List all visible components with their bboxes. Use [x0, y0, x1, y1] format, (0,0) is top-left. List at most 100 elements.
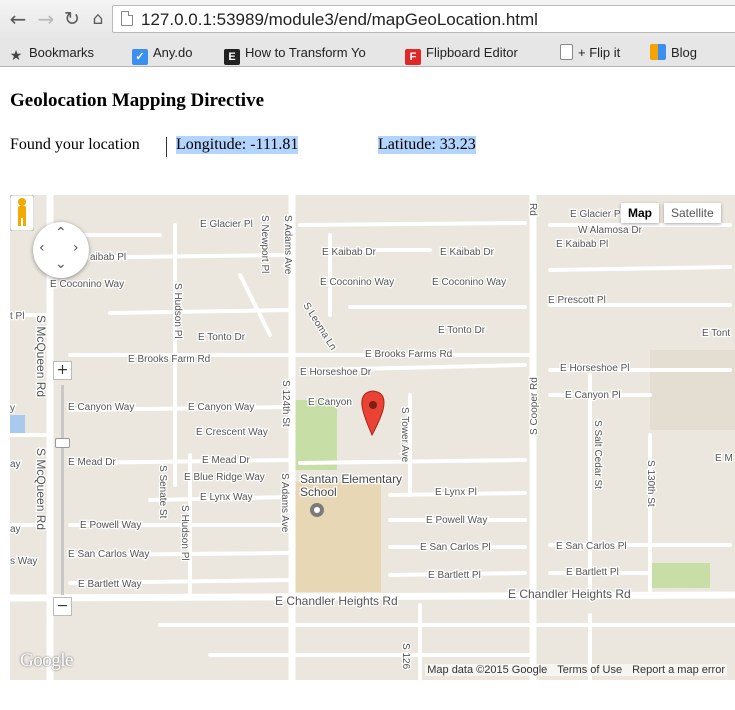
pan-right-icon[interactable]: ›: [73, 240, 79, 256]
zoom-slider-handle[interactable]: [55, 438, 70, 448]
street-label: E Canyon: [308, 397, 352, 408]
street-label: E Horseshoe Dr: [300, 367, 372, 378]
flipboard-icon: F: [405, 49, 421, 65]
location-pin-icon[interactable]: [361, 390, 385, 437]
street-label: E Coconino Way: [50, 279, 124, 290]
street-label: t Pl: [10, 311, 24, 322]
street-label: E M: [715, 453, 733, 464]
bookmark-blog[interactable]: Blog: [650, 44, 697, 62]
street-label: E Bartlett Pl: [428, 570, 481, 581]
map-attribution: Map data ©2015 Google Terms of Use Report …: [425, 664, 727, 676]
park-area-2: [650, 563, 710, 588]
bookmarks-menu[interactable]: ★ Bookmarks: [8, 44, 94, 63]
street-label: E Lynx Pl: [435, 487, 477, 498]
street-label: ay: [10, 459, 21, 470]
street-label: E Kaibab Dr: [322, 247, 377, 258]
forward-button[interactable]: →: [34, 7, 58, 31]
street-label: S 124th St: [280, 380, 291, 427]
street-label: E Tont: [702, 328, 730, 339]
zoom-in-button[interactable]: +: [53, 361, 72, 380]
street-label: E San Carlos Pl: [556, 541, 627, 552]
pegman-icon[interactable]: [10, 195, 34, 231]
minor-road: [238, 273, 272, 337]
status-text: Found your location: [10, 136, 140, 153]
minor-road: [298, 221, 527, 227]
street-label: W Alamosa Dr: [578, 225, 643, 236]
street-label: E Brooks Farms Rd: [365, 349, 452, 360]
google-map[interactable]: E Glacier Pl S Newport Pl S Adams Ave E Kai…: [10, 195, 735, 680]
map-type-button[interactable]: Map: [621, 203, 659, 223]
street-label: E Canyon Way: [188, 402, 254, 413]
browser-toolbar: ← → ↻ ⌂ 127.0.0.1:53989/module3/end/mapG…: [0, 0, 735, 40]
street-label: E Tonto Dr: [438, 325, 486, 336]
school-label: Santan Elementary: [300, 472, 402, 486]
street-label: E Brooks Farm Rd: [128, 354, 210, 365]
street-label: E Bartlett Pl: [566, 567, 619, 578]
page-icon: [560, 44, 573, 60]
street-label: E San Carlos Way: [68, 549, 149, 560]
street-label: S Hudson Pl: [172, 283, 183, 339]
street-label: E Mead Dr: [202, 455, 250, 466]
street-label: E Horseshoe Pl: [560, 363, 629, 374]
street-label: S Salt Cedar St: [592, 420, 603, 489]
longitude-text: Longitude: -111.81: [176, 136, 299, 154]
street-label: S 130th St: [645, 460, 656, 507]
street-label: y: [10, 403, 15, 414]
map-data-text: Map data ©2015 Google: [427, 664, 548, 676]
street-label: E Glacier Pl: [200, 219, 253, 230]
street-label: E Coconino Way: [432, 277, 506, 288]
pan-control[interactable]: ⌃ ⌄ ‹ ›: [33, 222, 89, 278]
street-label: E Blue Ridge Way: [184, 472, 265, 483]
bookmark-flip-it[interactable]: + Flip it: [560, 44, 620, 62]
minor-road: [108, 308, 292, 315]
street-label: aibab Pl: [90, 252, 126, 263]
street-label: E Powell Way: [80, 520, 141, 531]
minor-roads: [10, 221, 735, 680]
zoom-out-button[interactable]: −: [53, 597, 72, 616]
reload-button[interactable]: ↻: [60, 7, 84, 31]
street-label: E Powell Way: [426, 515, 487, 526]
home-button[interactable]: ⌂: [86, 7, 110, 31]
street-label: E Kaibab Pl: [556, 239, 608, 250]
street-label: E Canyon Way: [68, 402, 134, 413]
back-button[interactable]: ←: [6, 7, 30, 31]
zoom-slider-track[interactable]: [61, 385, 64, 595]
page-title: Geolocation Mapping Directive: [10, 90, 265, 111]
report-error-link[interactable]: Report a map error: [632, 664, 725, 676]
blog-icon: [650, 44, 666, 60]
map-canvas[interactable]: E Glacier Pl S Newport Pl S Adams Ave E Kai…: [10, 195, 735, 680]
bookmark-anydo[interactable]: ✓ Any.do: [132, 44, 193, 65]
satellite-type-button[interactable]: Satellite: [664, 203, 721, 223]
google-logo: Google: [20, 650, 73, 671]
pan-left-icon[interactable]: ‹: [39, 240, 45, 256]
school-marker-dot: [314, 507, 320, 513]
street-label: S Cooper Rd: [529, 377, 540, 435]
terms-of-use-link[interactable]: Terms of Use: [557, 664, 622, 676]
text-cursor: [166, 137, 167, 157]
street-label: E San Carlos Pl: [420, 542, 491, 553]
street-label: E Canyon Pl: [565, 390, 621, 401]
street-label: S Newport Pl: [259, 215, 270, 273]
url-text[interactable]: 127.0.0.1:53989/module3/end/mapGeoLocati…: [141, 10, 538, 30]
street-label: E Chandler Heights Rd: [275, 594, 398, 608]
address-bar[interactable]: 127.0.0.1:53989/module3/end/mapGeoLocati…: [112, 5, 735, 33]
water-area: [10, 415, 25, 435]
pan-down-icon[interactable]: ⌄: [55, 256, 67, 272]
street-label: E Kaibab Dr: [440, 247, 495, 258]
e-icon: E: [224, 49, 240, 65]
page-icon: [121, 11, 133, 26]
street-label: S Tower Ave: [399, 407, 410, 463]
bookmark-flipboard[interactable]: F Flipboard Editor: [405, 44, 518, 65]
minor-road: [548, 265, 732, 272]
street-label: E Glacier Pl: [570, 209, 623, 220]
street-label: E Coconino Way: [320, 277, 394, 288]
latitude-text: Latitude: 33.23: [378, 136, 476, 154]
bookmark-transform[interactable]: E How to Transform Yo: [224, 44, 366, 65]
street-label: S 126: [400, 643, 411, 670]
street-label: E Bartlett Way: [78, 579, 142, 590]
street-label: S Adams Ave: [279, 473, 290, 533]
street-label: S Hudson Pl: [179, 505, 190, 561]
pan-up-icon[interactable]: ⌃: [55, 225, 67, 241]
street-label: E Crescent Way: [196, 427, 268, 438]
street-label: Rd: [527, 203, 538, 216]
